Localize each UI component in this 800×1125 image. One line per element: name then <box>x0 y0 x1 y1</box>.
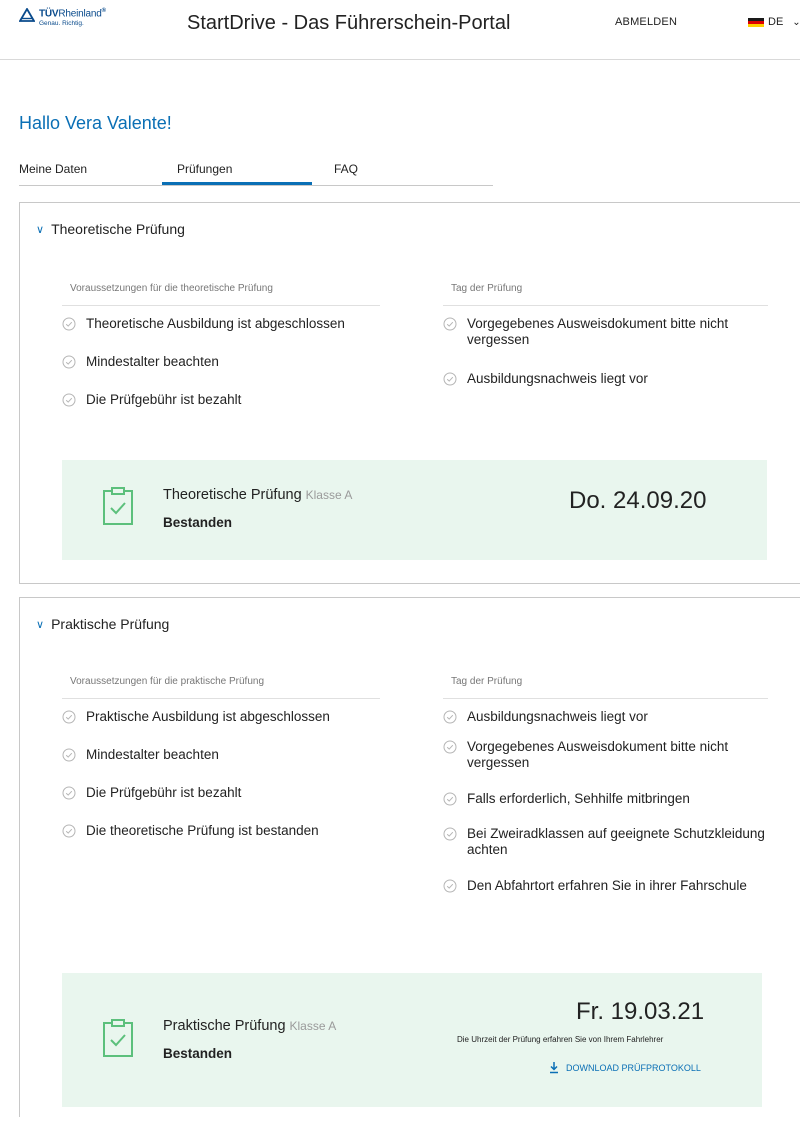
list-item: Praktische Ausbildung ist abgeschlossen <box>62 709 380 747</box>
logout-link[interactable]: ABMELDEN <box>615 16 677 28</box>
list-item: Den Abfahrtort erfahren Sie in ihrer Fah… <box>443 878 768 918</box>
requirement-text: Mindestalter beachten <box>86 354 219 369</box>
download-icon <box>550 1062 558 1074</box>
active-tab-indicator <box>162 182 312 185</box>
list-item: Vorgegebenes Ausweisdokument bitte nicht… <box>443 739 768 791</box>
theory-requirements-list: Theoretische Ausbildung ist abgeschlosse… <box>62 316 380 430</box>
theory-exam-day-list: Vorgegebenes Ausweisdokument bitte nicht… <box>443 316 768 409</box>
exam-day-text: Bei Zweiradklassen auf geeignete Schutzk… <box>467 826 765 857</box>
practical-card-status: Bestanden <box>163 1046 233 1061</box>
list-item: Die theoretische Prüfung ist bestanden <box>62 823 380 861</box>
list-item: Mindestalter beachten <box>62 354 380 392</box>
list-item: Die Prüfgebühr ist bezahlt <box>62 392 380 430</box>
clipboard-check-icon <box>103 487 133 525</box>
requirement-text: Die theoretische Prüfung ist bestanden <box>86 823 319 838</box>
practical-section-title: Praktische Prüfung <box>51 616 170 632</box>
practical-card-note: Die Uhrzeit der Prüfung erfahren Sie von… <box>457 1035 664 1044</box>
list-item: Vorgegebenes Ausweisdokument bitte nicht… <box>443 316 768 371</box>
practical-exam-day: Tag der Prüfung Ausbildungsnachweis lieg… <box>443 676 768 918</box>
exam-day-text: Vorgegebenes Ausweisdokument bitte nicht… <box>467 316 729 347</box>
logo-tagline: Genau. Richtig. <box>39 20 84 28</box>
requirement-text: Die Prüfgebühr ist bezahlt <box>86 392 242 407</box>
check-circle-icon <box>443 792 457 806</box>
practical-exam-section: ∨ Praktische Prüfung Voraussetzungen für… <box>19 597 800 1117</box>
theory-exam-day-heading: Tag der Prüfung <box>443 283 768 306</box>
list-item: Ausbildungsnachweis liegt vor <box>443 371 768 409</box>
theory-card-title: Theoretische Prüfung <box>163 487 302 503</box>
list-item: Theoretische Ausbildung ist abgeschlosse… <box>62 316 380 354</box>
practical-card-title: Praktische Prüfung <box>163 1018 286 1034</box>
practical-card-date: Fr. 19.03.21 <box>576 998 705 1025</box>
download-protocol-label: DOWNLOAD PRÜFPROTOKOLL <box>566 1062 701 1073</box>
check-circle-icon <box>443 827 457 841</box>
requirement-text: Theoretische Ausbildung ist abgeschlosse… <box>86 316 345 331</box>
practical-requirements: Voraussetzungen für die praktische Prüfu… <box>62 676 380 861</box>
check-circle-icon <box>62 710 76 724</box>
theory-card-date: Do. 24.09.20 <box>569 487 707 514</box>
check-circle-icon <box>443 317 457 331</box>
list-item: Mindestalter beachten <box>62 747 380 785</box>
theory-exam-day: Tag der Prüfung Vorgegebenes Ausweisdoku… <box>443 283 768 409</box>
theory-result-card: Theoretische Prüfung Klasse A Bestanden D… <box>62 460 767 560</box>
tab-bar: Meine Daten Prüfungen FAQ <box>19 162 493 186</box>
portal-title: StartDrive - Das Führerschein-Portal <box>187 12 511 34</box>
check-circle-icon <box>443 879 457 893</box>
practical-card-class: Klasse A <box>289 1019 337 1033</box>
exam-day-text: Ausbildungsnachweis liegt vor <box>467 709 648 724</box>
check-circle-icon <box>62 824 76 838</box>
check-circle-icon <box>443 710 457 724</box>
theory-card-status: Bestanden <box>163 515 233 530</box>
tab-pruefungen[interactable]: Prüfungen <box>177 162 232 176</box>
exam-day-text: Ausbildungsnachweis liegt vor <box>467 371 648 386</box>
list-item: Falls erforderlich, Sehhilfe mitbringen <box>443 791 768 826</box>
tuv-logo[interactable]: TÜVRheinland® Genau. Richtig. <box>19 8 106 28</box>
chevron-down-icon: ∨ <box>36 223 45 236</box>
requirement-text: Praktische Ausbildung ist abgeschlossen <box>86 709 330 724</box>
requirement-text: Mindestalter beachten <box>86 747 219 762</box>
list-item: Bei Zweiradklassen auf geeignete Schutzk… <box>443 826 768 878</box>
exam-day-text: Den Abfahrtort erfahren Sie in ihrer Fah… <box>467 878 747 893</box>
exam-day-text: Vorgegebenes Ausweisdokument bitte nicht… <box>467 739 729 770</box>
top-header: TÜVRheinland® Genau. Richtig. StartDrive… <box>0 0 800 60</box>
logo-registered-mark: ® <box>101 8 106 14</box>
practical-requirements-heading: Voraussetzungen für die praktische Prüfu… <box>62 676 380 699</box>
practical-exam-day-heading: Tag der Prüfung <box>443 676 768 699</box>
check-circle-icon <box>443 740 457 754</box>
clipboard-check-icon <box>103 1019 133 1057</box>
language-code: DE <box>768 16 784 28</box>
greeting-heading: Hallo Vera Valente! <box>19 113 172 133</box>
list-item: Die Prüfgebühr ist bezahlt <box>62 785 380 823</box>
exam-day-text: Falls erforderlich, Sehhilfe mitbringen <box>467 791 690 806</box>
check-circle-icon <box>62 748 76 762</box>
requirement-text: Die Prüfgebühr ist bezahlt <box>86 785 242 800</box>
logo-brand-thin: Rheinland <box>58 8 102 20</box>
practical-requirements-list: Praktische Ausbildung ist abgeschlossen … <box>62 709 380 861</box>
german-flag-icon <box>748 17 764 27</box>
practical-exam-day-list: Ausbildungsnachweis liegt vor Vorgegeben… <box>443 709 768 918</box>
tab-faq[interactable]: FAQ <box>334 162 358 176</box>
check-circle-icon <box>62 317 76 331</box>
chevron-down-icon: ⌄ <box>792 16 800 28</box>
tab-meine-daten[interactable]: Meine Daten <box>19 162 87 176</box>
theory-section-toggle[interactable]: ∨ Theoretische Prüfung <box>36 221 185 237</box>
check-circle-icon <box>443 372 457 386</box>
chevron-down-icon: ∨ <box>36 618 45 631</box>
practical-result-card: Praktische Prüfung Klasse A Bestanden Fr.… <box>62 973 762 1107</box>
logo-brand-bold: TÜV <box>39 8 59 20</box>
check-circle-icon <box>62 393 76 407</box>
check-circle-icon <box>62 355 76 369</box>
theory-section-title: Theoretische Prüfung <box>51 221 185 237</box>
theory-requirements-heading: Voraussetzungen für die theoretische Prü… <box>62 283 380 306</box>
tuv-triangle-icon <box>19 8 35 22</box>
theory-exam-section: ∨ Theoretische Prüfung Voraussetzungen f… <box>19 202 800 584</box>
theory-card-class: Klasse A <box>305 488 353 502</box>
practical-section-toggle[interactable]: ∨ Praktische Prüfung <box>36 616 169 632</box>
theory-requirements: Voraussetzungen für die theoretische Prü… <box>62 283 380 430</box>
language-selector[interactable]: DE ⌄ <box>748 16 800 28</box>
check-circle-icon <box>62 786 76 800</box>
download-protocol-link[interactable]: DOWNLOAD PRÜFPROTOKOLL <box>549 1061 701 1074</box>
list-item: Ausbildungsnachweis liegt vor <box>443 709 768 739</box>
